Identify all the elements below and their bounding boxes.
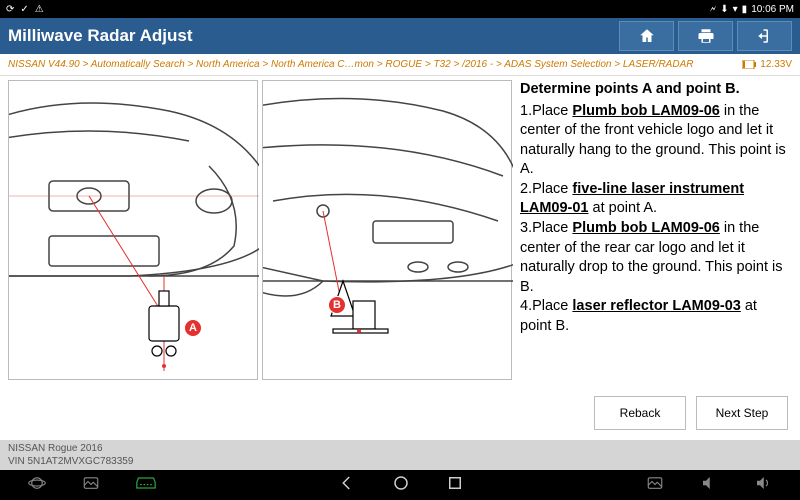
print-button[interactable] [678,21,733,51]
sync-icon: ⟳ [6,4,14,15]
nav-obd-icon[interactable] [136,476,156,495]
voltage-indicator: 12.33V [742,59,792,70]
instruction-step: 4.Place laser reflector LAM09-03 at poin… [520,297,792,336]
tool-name: Plumb bob LAM09-06 [572,220,719,236]
breadcrumb: NISSAN V44.90 > Automatically Search > N… [0,54,800,76]
vehicle-name: NISSAN Rogue 2016 [8,442,792,455]
battery-icon [742,60,756,69]
print-icon [697,27,715,45]
home-icon [638,27,656,45]
point-b-badge: B [328,296,346,314]
nav-volume-down-icon[interactable] [700,474,718,497]
nav-recent-button[interactable] [446,474,464,497]
bluetooth-icon: 🗲 [710,4,717,15]
wifi-icon: ▾ [733,4,738,15]
home-button[interactable] [619,21,674,51]
tool-name: Plumb bob LAM09-06 [572,103,719,119]
instruction-step: 3.Place Plumb bob LAM09-06 in the center… [520,219,792,297]
diagram-a-box: A [8,80,258,380]
nav-gallery-icon[interactable] [82,474,100,497]
voltage-value: 12.33V [760,59,792,70]
app-header: Milliwave Radar Adjust [0,18,800,54]
nav-planet-icon[interactable] [28,474,46,497]
check-icon: ✓ [20,4,28,15]
instructions-heading: Determine points A and point B. [520,80,792,100]
instructions-panel: Determine points A and point B. 1.Place … [520,80,792,386]
android-nav-bar [0,470,800,500]
car-rear-illustration [263,81,513,381]
vehicle-info-footer: NISSAN Rogue 2016 VIN 5N1AT2MVXGC783359 [0,440,800,470]
android-status-bar: ⟳ ✓ ⚠ 🗲 ⬇ ▾ ▮ 10:06 PM [0,0,800,18]
download-icon: ⬇ [720,4,728,15]
status-left-group: ⟳ ✓ ⚠ [6,4,44,15]
instruction-step: 2.Place five-line laser instrument LAM09… [520,180,792,219]
nav-screenshot-icon[interactable] [646,474,664,497]
battery-icon: ▮ [742,4,748,15]
status-time: 10:06 PM [751,4,794,15]
exit-button[interactable] [737,21,792,51]
warning-icon: ⚠ [35,4,44,15]
button-row: Reback Next Step [0,390,800,440]
reback-button[interactable]: Reback [594,396,686,430]
diagram-b-box: B [262,80,512,380]
nav-volume-up-icon[interactable] [754,474,772,497]
nav-home-button[interactable] [392,474,410,497]
breadcrumb-path: NISSAN V44.90 > Automatically Search > N… [8,59,693,70]
app-window: Milliwave Radar Adjust NISSAN V44.90 > A… [0,18,800,470]
car-front-illustration [9,81,259,381]
exit-icon [756,27,774,45]
status-right-group: 🗲 ⬇ ▾ ▮ 10:06 PM [710,4,794,15]
diagram-area: A [8,80,512,386]
vehicle-vin: VIN 5N1AT2MVXGC783359 [8,455,792,468]
nav-back-button[interactable] [338,474,356,497]
instruction-step: 1.Place Plumb bob LAM09-06 in the center… [520,102,792,180]
tool-name: laser reflector LAM09-03 [572,298,740,314]
content-area: A [0,76,800,390]
point-a-badge: A [184,319,202,337]
next-step-button[interactable]: Next Step [696,396,788,430]
page-title: Milliwave Radar Adjust [8,26,615,46]
